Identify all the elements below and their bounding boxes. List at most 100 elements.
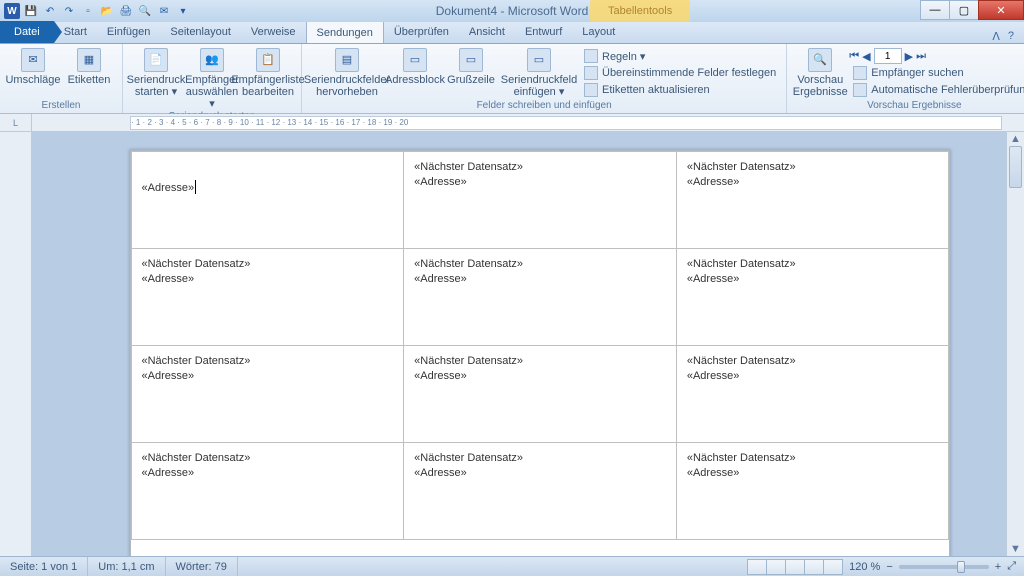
tab-sendungen[interactable]: Sendungen [306, 21, 384, 43]
qat-more-icon[interactable]: ▾ [175, 3, 191, 19]
tab-ueberpruefen[interactable]: Überprüfen [384, 21, 459, 43]
scroll-down-icon[interactable]: ▼ [1007, 542, 1024, 556]
scrollbar-vertical[interactable]: ▲ ▼ [1006, 132, 1024, 556]
status-bar: Seite: 1 von 1 Um: 1,1 cm Wörter: 79 120… [0, 556, 1024, 576]
tab-ansicht[interactable]: Ansicht [459, 21, 515, 43]
status-position[interactable]: Um: 1,1 cm [88, 557, 165, 576]
tab-layout[interactable]: Layout [572, 21, 625, 43]
etiketten-button[interactable]: ▦Etiketten [62, 46, 116, 86]
label-cell[interactable]: «Nächster Datensatz»«Adresse» [403, 345, 677, 443]
grusszeile-button[interactable]: ▭Grußzeile [444, 46, 498, 86]
zoom-percent[interactable]: 120 % [849, 561, 880, 573]
text-cursor [195, 180, 196, 194]
qat-print-icon[interactable]: 🖨 [118, 3, 134, 19]
qat-mail-icon[interactable]: ✉ [156, 3, 172, 19]
scroll-thumb[interactable] [1009, 146, 1022, 188]
qat-redo-icon[interactable]: ↷ [61, 3, 77, 19]
record-number-input[interactable] [874, 48, 902, 64]
close-button[interactable]: ✕ [978, 0, 1024, 20]
umschlaege-button[interactable]: ✉Umschläge [6, 46, 60, 86]
merge-field: «Adresse» [687, 369, 939, 385]
view-buttons [748, 559, 843, 575]
zoom-out-icon[interactable]: − [886, 561, 892, 573]
qat-open-icon[interactable]: 📂 [99, 3, 115, 19]
mailmerge-icon: 📄 [144, 48, 168, 72]
tab-einfuegen[interactable]: Einfügen [97, 21, 160, 43]
status-words[interactable]: Wörter: 79 [166, 557, 238, 576]
view-print-icon[interactable] [747, 559, 767, 575]
zoom-in-icon[interactable]: + [995, 561, 1001, 573]
next-record-icon[interactable]: ▶ [905, 50, 913, 63]
scroll-up-icon[interactable]: ▲ [1007, 132, 1024, 146]
first-record-icon[interactable]: ⏮ [849, 50, 859, 63]
maximize-button[interactable]: ▢ [949, 0, 979, 20]
workspace: «Adresse»«Nächster Datensatz»«Adresse»«N… [0, 132, 1024, 556]
tab-seitenlayout[interactable]: Seitenlayout [160, 21, 241, 43]
tab-verweise[interactable]: Verweise [241, 21, 306, 43]
seriendruckfeld-einfuegen-button[interactable]: ▭Seriendruckfeld einfügen ▾ [500, 46, 578, 98]
qat-new-icon[interactable]: ▫ [80, 3, 96, 19]
help-icon[interactable]: ? [1008, 30, 1014, 43]
last-record-icon[interactable]: ⏭ [916, 50, 926, 63]
felder-hervorheben-button[interactable]: ▤Seriendruckfelder hervorheben [308, 46, 386, 98]
merge-field: «Nächster Datensatz» [414, 451, 666, 467]
document-canvas[interactable]: «Adresse»«Nächster Datensatz»«Adresse»«N… [32, 132, 1024, 556]
label-cell[interactable]: «Nächster Datensatz»«Adresse» [676, 345, 950, 443]
view-outline-icon[interactable] [804, 559, 824, 575]
app-icon[interactable]: W [4, 3, 20, 19]
adressblock-button[interactable]: ▭Adressblock [388, 46, 442, 86]
ruler-horizontal: L · 1 · 2 · 3 · 4 · 5 · 6 · 7 · 8 · 9 · … [0, 114, 1024, 132]
merge-field: «Nächster Datensatz» [414, 160, 666, 176]
ruler-vertical[interactable] [0, 132, 32, 556]
recipients-icon: 👥 [200, 48, 224, 72]
label-cell[interactable]: «Nächster Datensatz»«Adresse» [131, 248, 405, 346]
merge-field: «Adresse» [687, 175, 939, 191]
quick-access-toolbar: W 💾 ↶ ↷ ▫ 📂 🖨 🔍 ✉ ▾ [0, 3, 191, 19]
minimize-button[interactable]: — [920, 0, 950, 20]
merge-field: «Adresse» [414, 272, 666, 288]
label-cell[interactable]: «Nächster Datensatz»«Adresse» [403, 151, 677, 249]
vorschau-button[interactable]: 🔍Vorschau Ergebnisse [793, 46, 847, 98]
merge-field: «Adresse» [142, 272, 394, 288]
felder-festlegen-button[interactable]: Übereinstimmende Felder festlegen [580, 65, 780, 81]
label-cell[interactable]: «Nächster Datensatz»«Adresse» [676, 151, 950, 249]
empfaengerliste-bearbeiten-button[interactable]: 📋Empfängerliste bearbeiten [241, 46, 295, 98]
tab-file[interactable]: Datei [0, 21, 54, 43]
rules-icon [584, 49, 598, 63]
regeln-button[interactable]: Regeln ▾ [580, 48, 780, 64]
zoom-slider[interactable] [899, 565, 989, 569]
label-cell[interactable]: «Nächster Datensatz»«Adresse» [403, 248, 677, 346]
merge-field: «Adresse» [142, 369, 394, 385]
merge-field: «Adresse» [414, 175, 666, 191]
group-vorschau: 🔍Vorschau Ergebnisse ⏮ ◀ ▶ ⏭ Empfänger s… [787, 44, 1024, 113]
label-cell[interactable]: «Nächster Datensatz»«Adresse» [676, 442, 950, 540]
page: «Adresse»«Nächster Datensatz»«Adresse»«N… [130, 150, 950, 556]
label-cell[interactable]: «Nächster Datensatz»«Adresse» [403, 442, 677, 540]
etiketten-aktualisieren-button[interactable]: Etiketten aktualisieren [580, 82, 780, 98]
highlight-icon: ▤ [335, 48, 359, 72]
label-cell[interactable]: «Adresse» [131, 151, 405, 249]
window-controls: — ▢ ✕ [921, 0, 1024, 22]
qat-save-icon[interactable]: 💾 [23, 3, 39, 19]
ribbon: ✉Umschläge ▦Etiketten Erstellen 📄Seriend… [0, 44, 1024, 114]
view-fullscreen-icon[interactable] [766, 559, 786, 575]
view-draft-icon[interactable] [823, 559, 843, 575]
qat-preview-icon[interactable]: 🔍 [137, 3, 153, 19]
zoom-knob[interactable] [957, 561, 965, 573]
qat-undo-icon[interactable]: ↶ [42, 3, 58, 19]
ruler-bar[interactable]: · 1 · 2 · 3 · 4 · 5 · 6 · 7 · 8 · 9 · 10… [130, 116, 1002, 130]
label-cell[interactable]: «Nächster Datensatz»«Adresse» [676, 248, 950, 346]
label-cell[interactable]: «Nächster Datensatz»«Adresse» [131, 442, 405, 540]
minimize-ribbon-icon[interactable]: ⴷ [992, 30, 1000, 43]
seriendruck-starten-button[interactable]: 📄Seriendruck starten ▾ [129, 46, 183, 98]
help-icons: ⴷ ? [992, 30, 1024, 43]
label-cell[interactable]: «Nächster Datensatz»«Adresse» [131, 345, 405, 443]
empfaenger-suchen-button[interactable]: Empfänger suchen [849, 65, 1024, 81]
status-page[interactable]: Seite: 1 von 1 [0, 557, 88, 576]
fehlerueberpruefung-button[interactable]: Automatische Fehlerüberprüfung [849, 82, 1024, 98]
ruler-corner[interactable]: L [0, 114, 32, 132]
tab-entwurf[interactable]: Entwurf [515, 21, 572, 43]
prev-record-icon[interactable]: ◀ [862, 50, 870, 63]
fullscreen-icon[interactable]: ⤢ [1007, 560, 1016, 573]
view-web-icon[interactable] [785, 559, 805, 575]
